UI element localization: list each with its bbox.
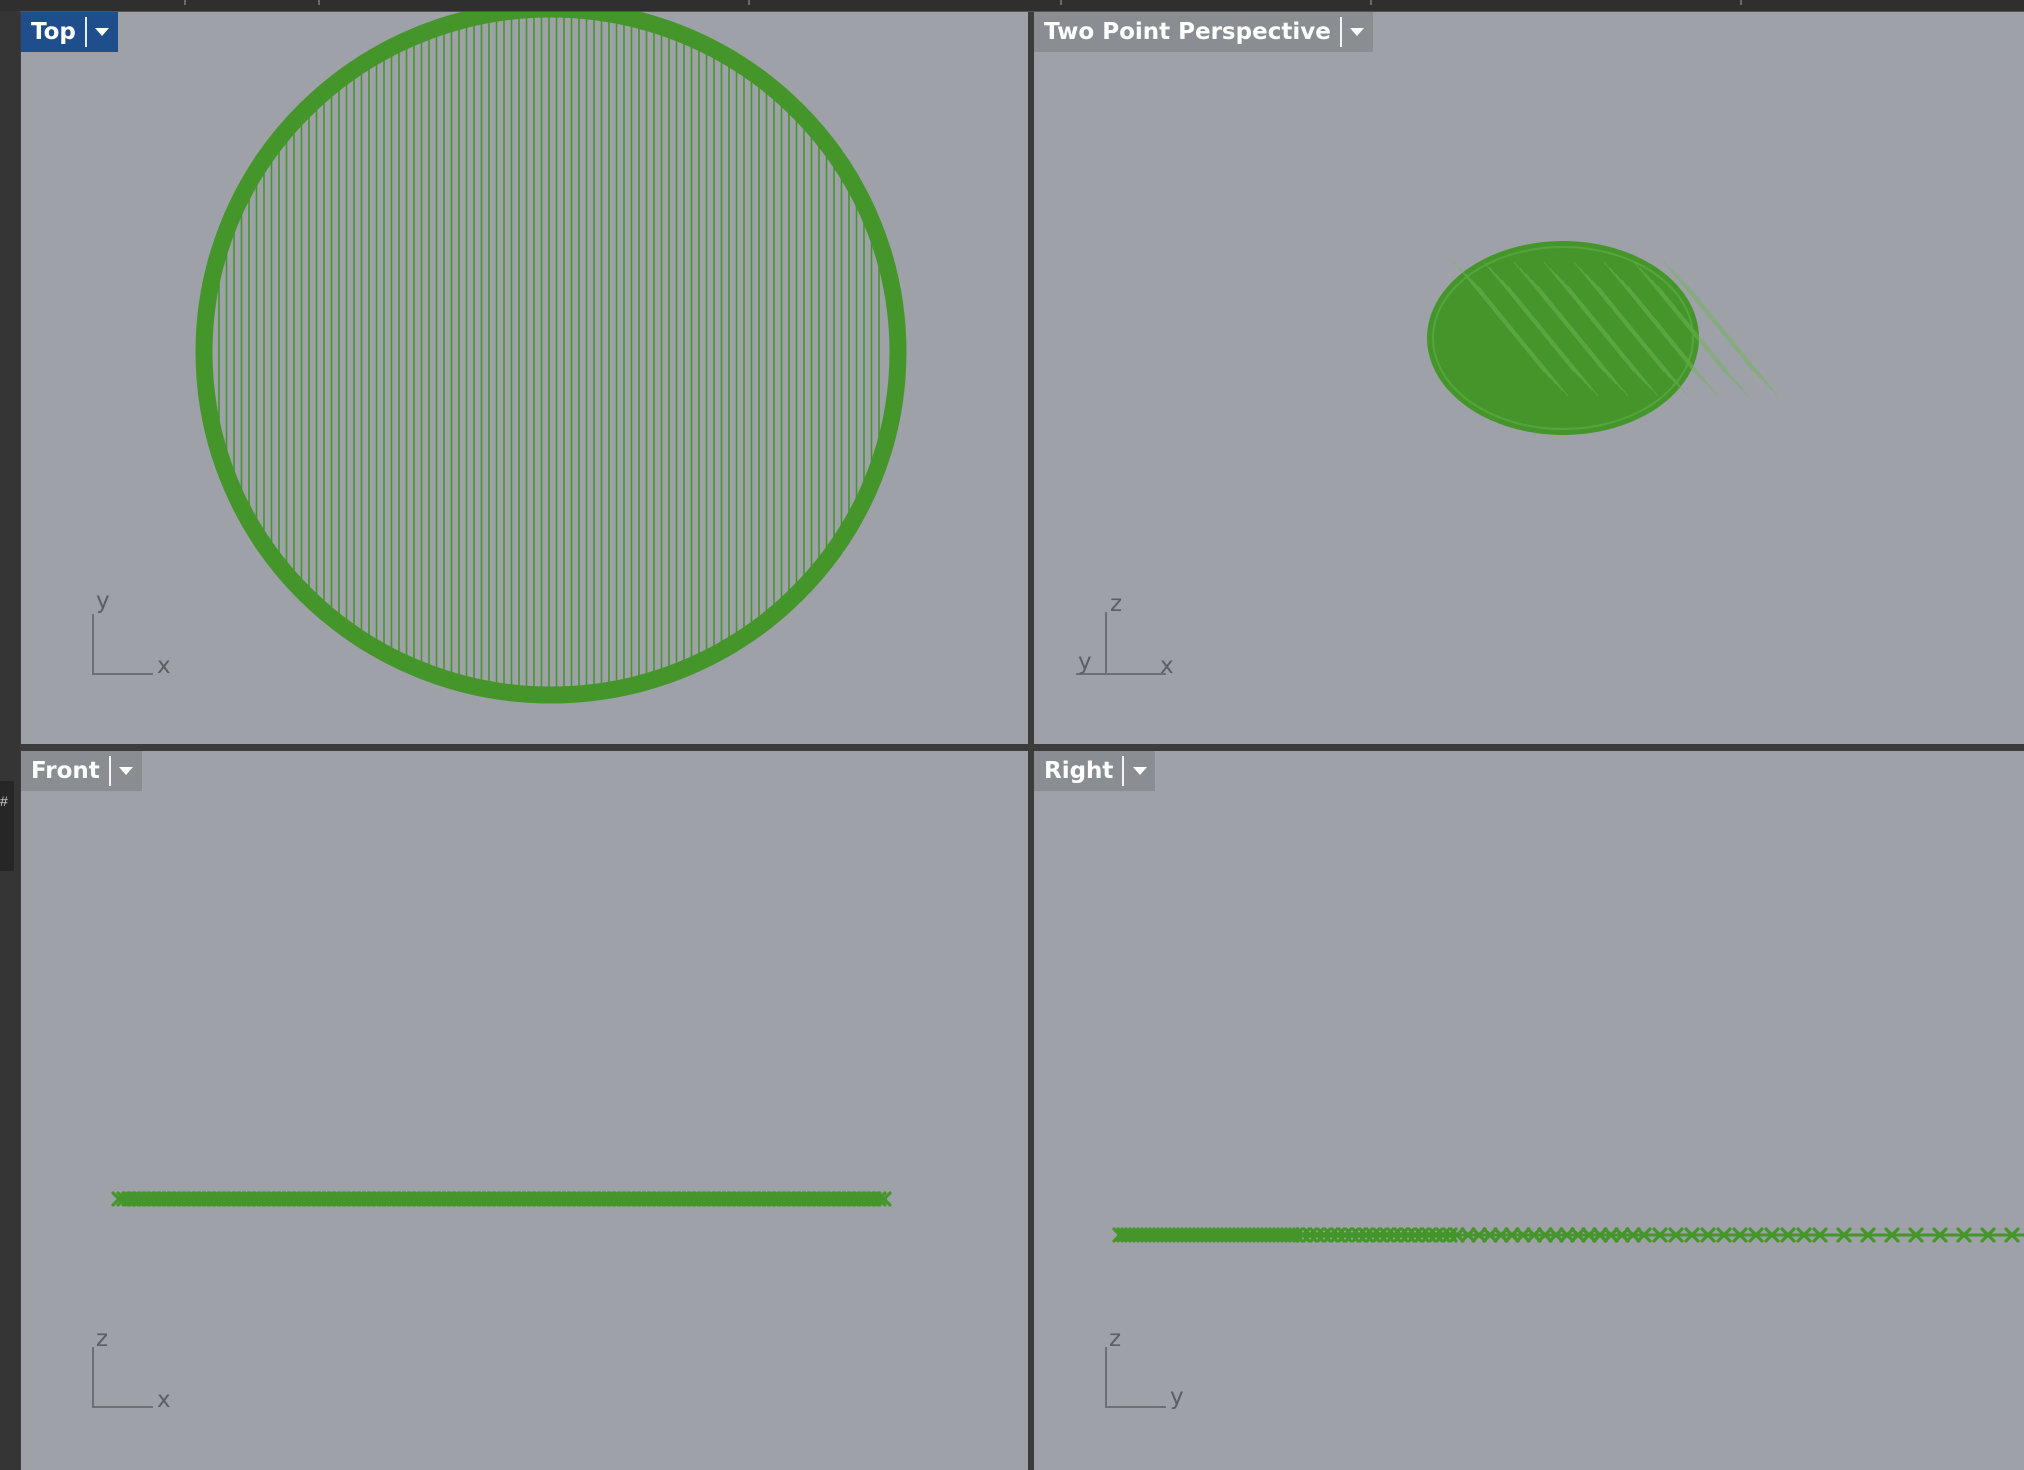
viewport-tab-right[interactable]: Right	[1034, 751, 1156, 791]
viewport-right[interactable]: Right z y	[1034, 751, 2024, 1470]
axis-y-line	[92, 614, 94, 675]
chevron-down-icon[interactable]	[1124, 751, 1155, 791]
chevron-down-icon[interactable]	[111, 751, 142, 791]
axis-z-line	[1105, 1347, 1107, 1408]
top-view-canvas	[195, 12, 907, 704]
ruler-tick	[748, 0, 750, 5]
viewport-title[interactable]: Right	[1034, 751, 1122, 791]
ruler-tick	[184, 0, 186, 5]
chevron-down-icon[interactable]	[1342, 12, 1373, 52]
viewport-two-point-perspective[interactable]: Two Point Perspective z y x	[1034, 12, 2024, 744]
circle-outline	[195, 12, 907, 704]
pin-icon: #	[0, 793, 8, 809]
circle-hatch-lines	[218, 16, 880, 688]
viewport-front[interactable]: Front z x	[21, 751, 1028, 1470]
viewport-top[interactable]: Top y x	[21, 12, 1028, 744]
axis-label-vertical: z	[1109, 1326, 1122, 1352]
ruler-tick	[318, 0, 320, 5]
tab-separator	[84, 17, 87, 47]
axis-z-line	[1105, 612, 1107, 675]
tab-separator	[1122, 756, 1125, 786]
tab-separator	[108, 756, 111, 786]
top-toolbar-strip	[0, 0, 2024, 12]
ruler-tick	[1370, 0, 1372, 5]
disc-shape	[1427, 241, 1699, 435]
axis-z-line	[92, 1347, 94, 1408]
axis-label-vertical: y	[96, 588, 110, 614]
viewport-tab-top[interactable]: Top	[21, 12, 118, 52]
viewport-title[interactable]: Top	[21, 12, 85, 52]
axis-label-horizontal: x	[157, 1387, 171, 1413]
axis-label-horizontal: y	[1170, 1384, 1184, 1410]
axis-x-line	[92, 1406, 153, 1408]
axis-label-horizontal: x	[1160, 653, 1174, 679]
front-view-canvas	[111, 1191, 892, 1207]
axis-label-vertical: z	[96, 1326, 109, 1352]
viewport-title[interactable]: Front	[21, 751, 109, 791]
axis-label-depth: y	[1078, 649, 1092, 675]
axis-y-line	[1105, 1406, 1166, 1408]
axis-label-vertical: z	[1110, 591, 1123, 617]
right-view-canvas	[1112, 1227, 2024, 1243]
ruler-tick	[1740, 0, 1742, 5]
viewport-tab-perspective[interactable]: Two Point Perspective	[1034, 12, 1373, 52]
axis-label-horizontal: x	[157, 653, 171, 679]
chevron-down-icon[interactable]	[87, 12, 118, 52]
viewport-title[interactable]: Two Point Perspective	[1034, 12, 1340, 52]
viewport-tab-front[interactable]: Front	[21, 751, 142, 791]
tab-separator	[1339, 17, 1342, 47]
axis-x-line	[92, 673, 153, 675]
ruler-tick	[1060, 0, 1062, 5]
left-side-panel-edge: #	[0, 11, 20, 1470]
perspective-view-canvas	[1427, 241, 1779, 435]
